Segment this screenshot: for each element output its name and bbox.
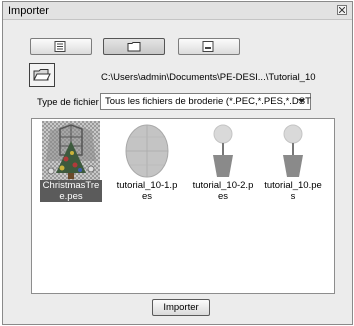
file-type-label: Type de fichier <box>37 97 99 108</box>
file-name: tutorial_10-1.pes <box>116 180 178 202</box>
import-dialog: Importer C:\Users\admin\Documents\PE-DES… <box>2 1 353 325</box>
file-item-tutorial-10-1[interactable]: tutorial_10-1.pes <box>116 119 178 204</box>
file-name: ChristmasTree.pes <box>40 180 102 202</box>
title-bar: Importer <box>3 2 352 20</box>
list-view-button[interactable] <box>30 38 92 55</box>
thumbnail-view-button[interactable] <box>178 38 240 55</box>
file-type-value: Tous les fichiers de broderie (*.PEC,*.P… <box>105 96 311 107</box>
close-button[interactable] <box>337 5 347 15</box>
file-item-christmas-tree[interactable]: ChristmasTree.pes <box>40 119 102 204</box>
dropdown-arrow-icon <box>298 99 305 103</box>
file-name: tutorial_10-2.pes <box>192 180 254 202</box>
current-path: C:\Users\admin\Documents\PE-DESI...\Tuto… <box>101 72 316 83</box>
open-folder-icon <box>33 69 51 81</box>
flower-pot-thumbnail <box>213 124 233 177</box>
flower-pot-thumbnail <box>283 124 303 177</box>
import-button[interactable]: Importer <box>152 299 210 316</box>
file-type-select[interactable]: Tous les fichiers de broderie (*.PEC,*.P… <box>100 93 311 110</box>
folder-view-button[interactable] <box>103 38 165 55</box>
browse-folder-button[interactable] <box>29 63 55 87</box>
list-view-icon <box>54 41 66 52</box>
close-icon <box>339 7 345 13</box>
christmas-tree-thumbnail <box>42 121 100 181</box>
oval-thumbnail <box>125 124 169 178</box>
thumbnail-icon <box>202 41 214 52</box>
file-item-tutorial-10[interactable]: tutorial_10.pes <box>262 119 324 204</box>
folder-icon <box>127 42 141 52</box>
file-item-tutorial-10-2[interactable]: tutorial_10-2.pes <box>192 119 254 204</box>
file-list[interactable]: ChristmasTree.pes tutorial_10-1.pes tuto… <box>31 118 335 294</box>
file-name: tutorial_10.pes <box>264 180 322 202</box>
dialog-title: Importer <box>8 5 49 17</box>
